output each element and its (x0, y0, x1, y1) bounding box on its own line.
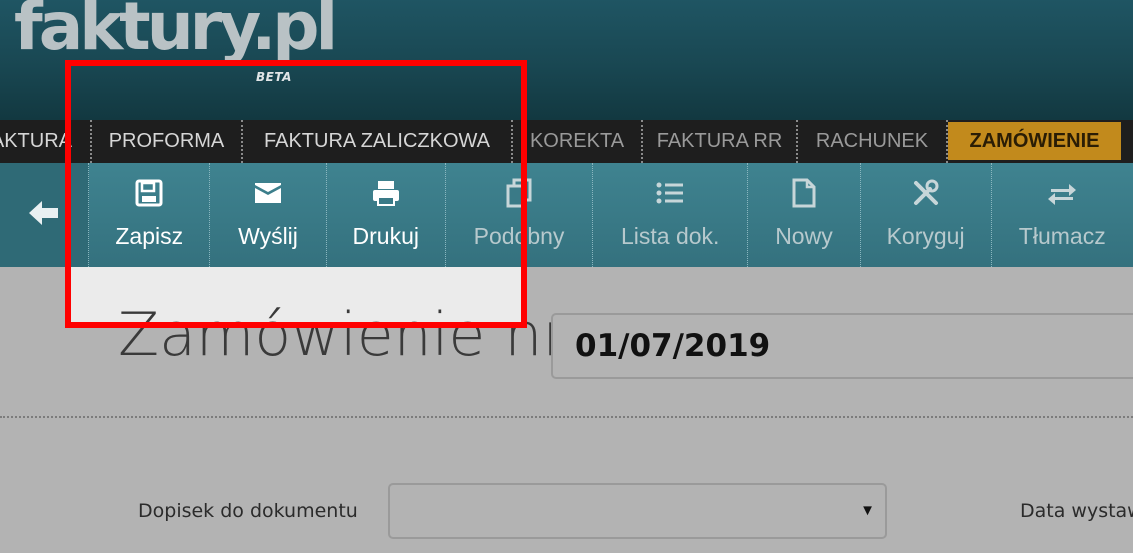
action-toolbar: Zapisz Wyślij Drukuj Podobny Lista dok. … (0, 163, 1133, 267)
similar-button-label: Podobny (473, 223, 565, 249)
printer-icon (371, 177, 401, 209)
new-button[interactable]: Nowy (748, 163, 861, 267)
tab-faktura-rr[interactable]: FAKTURA RR (643, 120, 798, 163)
send-button-label: Wyślij (238, 223, 298, 249)
section-divider (0, 416, 1133, 418)
document-note-select[interactable]: ▼ (388, 483, 887, 539)
similar-button[interactable]: Podobny (446, 163, 594, 267)
document-number-field[interactable]: 01/07/2019 (551, 313, 1133, 379)
floppy-icon (135, 177, 163, 209)
beta-badge: BETA (256, 70, 292, 84)
app-logo[interactable]: faktury.pl (14, 0, 338, 60)
print-button[interactable]: Drukuj (327, 163, 446, 267)
tab-faktura-zaliczkowa[interactable]: FAKTURA ZALICZKOWA (243, 120, 513, 163)
translate-button-label: Tłumacz (1018, 223, 1106, 249)
document-list-button[interactable]: Lista dok. (593, 163, 749, 267)
document-type-tabs: AKTURA PROFORMA FAKTURA ZALICZKOWA KOREK… (0, 120, 1133, 163)
arrow-left-icon (29, 200, 59, 231)
app-header: faktury.pl BETA (0, 0, 1133, 120)
tab-zamowienie[interactable]: ZAMÓWIENIE (948, 122, 1121, 160)
back-button[interactable] (0, 163, 90, 267)
new-button-label: Nowy (775, 223, 833, 249)
save-button-label: Zapisz (115, 223, 184, 249)
correct-button[interactable]: Koryguj (861, 163, 992, 267)
tab-rachunek[interactable]: RACHUNEK (798, 120, 948, 163)
page-title: Zamówienie nr (118, 300, 568, 370)
tab-faktura[interactable]: AKTURA (0, 120, 92, 163)
issue-date-label: Data wystaw (1020, 500, 1133, 522)
correct-button-label: Koryguj (886, 223, 965, 249)
translate-button[interactable]: Tłumacz (992, 163, 1133, 267)
tab-proforma[interactable]: PROFORMA (92, 120, 243, 163)
send-button[interactable]: Wyślij (210, 163, 327, 267)
tab-korekta[interactable]: KOREKTA (513, 120, 643, 163)
save-button[interactable]: Zapisz (89, 163, 211, 267)
tools-icon (912, 177, 940, 209)
document-note-label: Dopisek do dokumentu (138, 500, 358, 522)
dropdown-arrow-icon: ▼ (860, 502, 875, 519)
print-button-label: Drukuj (352, 223, 419, 249)
copy-icon (505, 177, 533, 209)
document-list-button-label: Lista dok. (620, 223, 720, 249)
swap-icon (1047, 177, 1077, 209)
new-document-icon (792, 177, 816, 209)
envelope-icon (254, 177, 282, 209)
list-icon (656, 177, 684, 209)
